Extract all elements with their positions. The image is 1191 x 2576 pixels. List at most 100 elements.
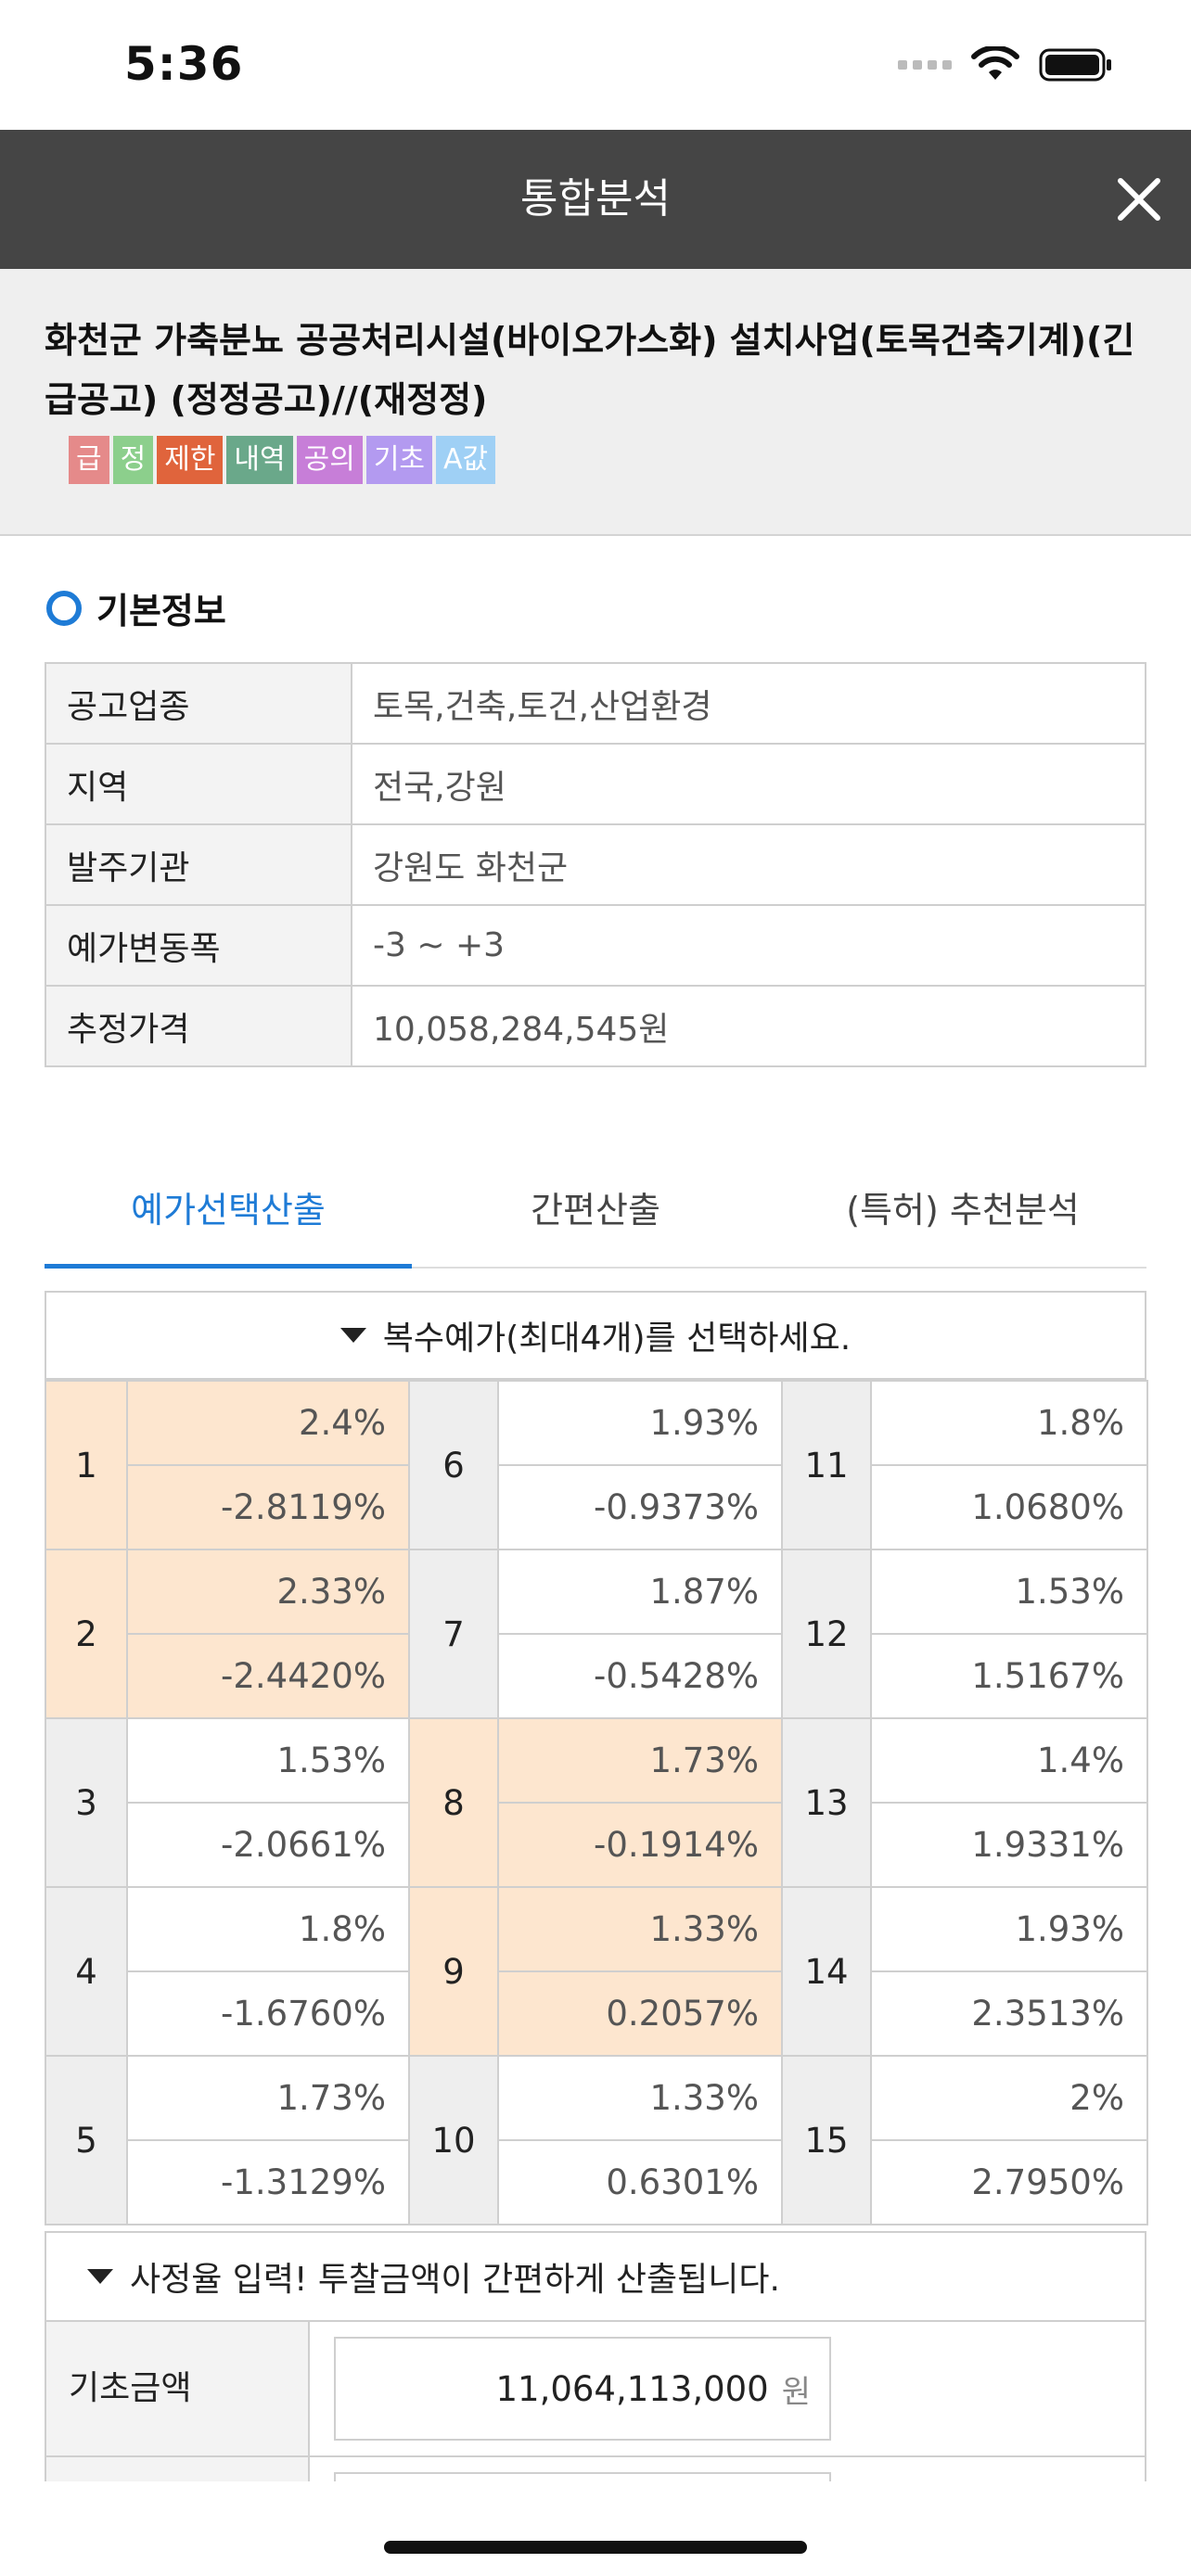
price-number-cell[interactable]: 12: [781, 1549, 872, 1719]
basic-info-table: 공고업종 토목,건축,토건,산업환경 지역 전국,강원 발주기관 강원도 화천군 예가변동폭…: [45, 662, 1146, 1067]
section-title: 기본정보: [96, 591, 226, 631]
notice-badge: 제한: [157, 436, 224, 484]
price-rate-cell[interactable]: 1.8%: [870, 1380, 1148, 1466]
triangle-down-icon: [87, 2269, 113, 2284]
notice-badge: 급: [69, 436, 109, 484]
price-value-cell[interactable]: -0.1914%: [497, 1802, 783, 1888]
grid-row: 3 1.53% 8 1.73% 13 1.4%: [45, 1717, 1148, 1888]
info-row: 지역 전국,강원: [45, 743, 1146, 825]
tab-2[interactable]: 간편산출: [412, 1170, 779, 1267]
price-value-cell[interactable]: 0.6301%: [497, 2139, 783, 2225]
price-rate-cell[interactable]: 2.33%: [126, 1549, 410, 1635]
close-icon[interactable]: [1111, 172, 1167, 227]
grid-instruction[interactable]: 복수예가(최대4개)를 선택하세요.: [45, 1291, 1146, 1380]
status-time: 5:36: [124, 37, 244, 91]
price-rate-cell[interactable]: 1.4%: [870, 1717, 1148, 1804]
price-number-cell[interactable]: 10: [408, 2055, 499, 2225]
price-number-cell[interactable]: 6: [408, 1380, 499, 1550]
price-number-cell[interactable]: 11: [781, 1380, 872, 1550]
price-number-cell[interactable]: 15: [781, 2055, 872, 2225]
base-amount-unit: 원: [781, 2373, 811, 2411]
grid-row: -1.6760% 0.2057% 2.3513%: [45, 1970, 1148, 2057]
price-rate-cell[interactable]: 1.33%: [497, 1886, 783, 1972]
price-value-cell[interactable]: -1.3129%: [126, 2139, 410, 2225]
price-value-cell[interactable]: -2.4420%: [126, 1633, 410, 1719]
grid-instruction-text: 복수예가(최대4개)를 선택하세요.: [382, 1320, 852, 1358]
price-value-cell[interactable]: -0.5428%: [497, 1633, 783, 1719]
info-row: 예가변동폭 -3 ~ +3: [45, 904, 1146, 987]
base-amount-field[interactable]: 11,064,113,000 원: [334, 2337, 831, 2441]
info-key: 발주기관: [45, 823, 352, 906]
grid-row: 2 2.33% 7 1.87% 12 1.53%: [45, 1549, 1148, 1719]
price-number-cell[interactable]: 14: [781, 1886, 872, 2057]
base-amount-value: 11,064,113,000: [495, 2368, 769, 2409]
signal-icon: [898, 60, 952, 70]
triangle-down-icon: [339, 1328, 366, 1343]
tab-bar: 예가선택산출 간편산출 (특허) 추천분석: [45, 1170, 1146, 1269]
page-title: 통합분석: [520, 175, 671, 223]
price-number-cell[interactable]: 4: [45, 1886, 128, 2057]
tab-3[interactable]: (특허) 추천분석: [779, 1170, 1146, 1267]
info-key: 공고업종: [45, 662, 352, 745]
home-indicator[interactable]: [384, 2541, 807, 2554]
status-bar: 5:36: [0, 0, 1191, 130]
grid-row: -2.8119% -0.9373% 1.0680%: [45, 1464, 1148, 1550]
price-value-cell[interactable]: -2.0661%: [126, 1802, 410, 1888]
price-value-cell[interactable]: 1.5167%: [870, 1633, 1148, 1719]
info-value: 10,058,284,545원: [351, 985, 1146, 1067]
price-rate-cell[interactable]: 1.93%: [870, 1886, 1148, 1972]
grid-row: -2.4420% -0.5428% 1.5167%: [45, 1633, 1148, 1719]
price-value-cell[interactable]: -2.8119%: [126, 1464, 410, 1550]
calculator-instruction-text: 사정율 입력! 투찰금액이 간편하게 산출됩니다.: [130, 2261, 780, 2299]
notice-badge: 공의: [296, 436, 363, 484]
price-rate-cell[interactable]: 1.33%: [497, 2055, 783, 2141]
battery-icon: [1039, 48, 1111, 82]
grid-row: 1 2.4% 6 1.93% 11 1.8%: [45, 1380, 1148, 1550]
price-selection-panel: 복수예가(최대4개)를 선택하세요. 1 2.4% 6 1.93% 11 1.8% -2.8…: [45, 1291, 1148, 2225]
price-number-cell[interactable]: 5: [45, 2055, 128, 2225]
price-value-cell[interactable]: -0.9373%: [497, 1464, 783, 1550]
notice-badge: 내역: [226, 436, 293, 484]
status-icons: [898, 46, 1113, 83]
price-rate-cell[interactable]: 1.87%: [497, 1549, 783, 1635]
price-number-cell[interactable]: 8: [408, 1717, 499, 1888]
notice-badge: 정: [112, 436, 154, 484]
price-number-cell[interactable]: 3: [45, 1717, 128, 1888]
grid-row: 4 1.8% 9 1.33% 14 1.93%: [45, 1886, 1148, 2057]
info-key: 지역: [45, 743, 352, 825]
price-number-cell[interactable]: 7: [408, 1549, 499, 1719]
info-value: 토목,건축,토건,산업환경: [351, 662, 1146, 745]
price-rate-cell[interactable]: 1.73%: [126, 2055, 410, 2141]
circle-bullet-icon: [46, 590, 82, 626]
basic-info-heading: 기본정보: [46, 582, 226, 633]
price-value-cell[interactable]: 2.3513%: [870, 1970, 1148, 2057]
price-value-cell[interactable]: 1.9331%: [870, 1802, 1148, 1888]
wifi-icon: [971, 46, 1019, 80]
price-rate-cell[interactable]: 2%: [870, 2055, 1148, 2141]
notice-badge: 기초: [365, 436, 433, 484]
price-number-cell[interactable]: 13: [781, 1717, 872, 1888]
price-rate-cell[interactable]: 1.8%: [126, 1886, 410, 1972]
calculator-instruction[interactable]: 사정율 입력! 투찰금액이 간편하게 산출됩니다.: [45, 2231, 1146, 2322]
price-number-cell[interactable]: 9: [408, 1886, 499, 2057]
home-area: [0, 2481, 1191, 2576]
price-rate-cell[interactable]: 2.4%: [126, 1380, 410, 1466]
price-number-cell[interactable]: 2: [45, 1549, 128, 1719]
tab-1[interactable]: 예가선택산출: [45, 1170, 412, 1269]
price-value-cell[interactable]: 1.0680%: [870, 1464, 1148, 1550]
base-amount-label: 기초금액: [46, 2322, 310, 2455]
info-key: 추정가격: [45, 985, 352, 1067]
price-value-cell[interactable]: -1.6760%: [126, 1970, 410, 2057]
price-rate-cell[interactable]: 1.73%: [497, 1717, 783, 1804]
notice-badge: A값: [436, 436, 496, 484]
price-value-cell[interactable]: 2.7950%: [870, 2139, 1148, 2225]
price-rate-cell[interactable]: 1.53%: [870, 1549, 1148, 1635]
notice-badges: 급 정 제한 내역 공의 기초 A값: [69, 436, 496, 484]
info-value: 강원도 화천군: [351, 823, 1146, 906]
price-rate-cell[interactable]: 1.93%: [497, 1380, 783, 1466]
price-rate-cell[interactable]: 1.53%: [126, 1717, 410, 1804]
price-value-cell[interactable]: 0.2057%: [497, 1970, 783, 2057]
price-number-cell[interactable]: 1: [45, 1380, 128, 1550]
notice-title: 화천군 가축분뇨 공공처리시설(바이오가스화) 설치사업(토목건축기계)(긴급공…: [45, 320, 1135, 420]
info-row: 추정가격 10,058,284,545원: [45, 985, 1146, 1067]
